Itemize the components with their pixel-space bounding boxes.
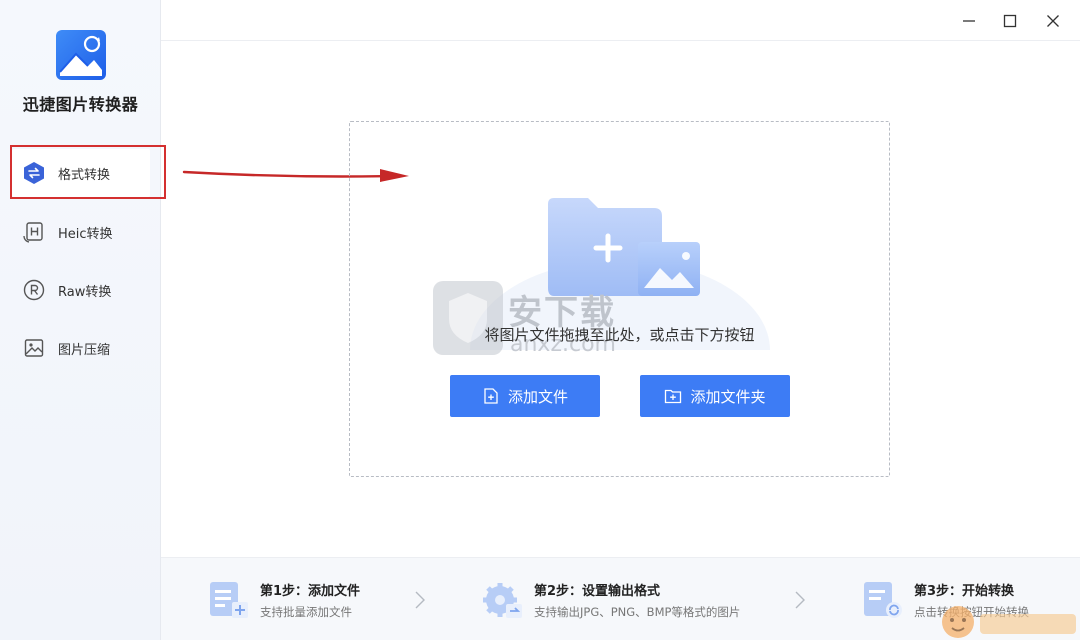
raw-icon [22,278,46,302]
sidebar-item-compress[interactable]: 图片压缩 [12,324,150,372]
image-compress-icon [22,336,46,360]
sidebar-item-heic[interactable]: Heic转换 [12,208,150,256]
corner-watermark-icon [942,606,1076,638]
step-2: 第2步：设置输出格式 支持输出JPG、PNG、BMP等格式的图片 [482,558,782,640]
convert-step-icon [864,582,902,618]
add-folder-label: 添加文件夹 [690,387,766,406]
swap-icon [22,161,46,185]
sidebar: 迅捷图片转换器 格式转换 Heic转换 Raw转换 图片压缩 [0,0,161,640]
add-folder-icon [665,389,682,404]
maximize-icon [1003,14,1017,28]
sidebar-item-raw[interactable]: Raw转换 [12,266,150,314]
add-file-step-icon [210,582,248,618]
step-title: 第2步：设置输出格式 [534,584,661,599]
sidebar-item-format-convert[interactable]: 格式转换 [12,149,150,197]
app-logo-icon [56,30,106,80]
chevron-right-icon [415,591,425,609]
step-desc: 支持输出JPG、PNG、BMP等格式的图片 [534,605,741,619]
maximize-button[interactable] [997,8,1023,34]
chevron-right-icon [795,591,805,609]
heic-icon [22,220,46,244]
add-file-icon [484,388,498,404]
step-desc: 支持批量添加文件 [260,605,352,619]
step-title: 第3步：开始转换 [914,584,1015,599]
add-folder-button[interactable]: 添加文件夹 [640,375,790,417]
close-button[interactable] [1040,8,1066,34]
add-file-button[interactable]: 添加文件 [450,375,600,417]
close-icon [1047,15,1059,27]
title-bar [161,0,1080,41]
sidebar-item-label: Raw转换 [58,284,112,300]
minimize-button[interactable] [956,8,982,34]
add-file-label: 添加文件 [507,387,568,406]
sidebar-item-label: 图片压缩 [58,342,111,358]
app-title: 迅捷图片转换器 [22,95,139,114]
step-1: 第1步：添加文件 支持批量添加文件 [208,558,438,640]
drop-instruction: 将图片文件拖拽至此处，或点击下方按钮 [484,326,755,344]
minimize-icon [963,20,975,22]
settings-gear-step-icon [483,583,522,618]
step-title: 第1步：添加文件 [260,584,361,599]
sidebar-item-label: Heic转换 [58,226,113,242]
sidebar-item-label: 格式转换 [58,167,111,183]
